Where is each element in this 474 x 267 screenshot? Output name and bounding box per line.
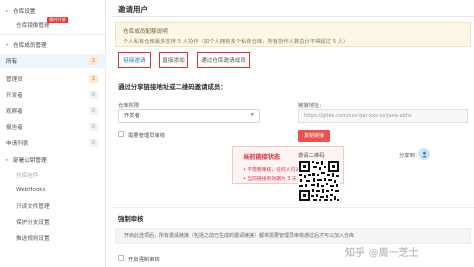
count-badge: 0 (89, 107, 98, 115)
sidebar-group-repo-settings[interactable]: ▸ 仓库设置 (0, 4, 106, 18)
sidebar-item-widgets[interactable]: 仓库挂件 (0, 168, 106, 182)
tab-direct-add[interactable]: 直接添加 (159, 52, 188, 68)
copy-link-button[interactable]: 复制链接 (298, 130, 330, 142)
force-review-title: 强制审核 (118, 215, 144, 223)
count-badge: 0 (89, 139, 98, 147)
new-badge: 限时开放 (47, 17, 68, 23)
share-label: 分享到： (399, 153, 421, 159)
sidebar-item-label: 申请列表 (6, 141, 29, 147)
invite-link-field[interactable]: https://gitee.com/xxx-bar-xxx-xx/java-ab… (298, 109, 468, 123)
sidebar-item-label: 保护分支设置 (16, 220, 50, 226)
force-review-notice: 开启此选项后，所有邀请链接（包括之前已生成的邀请链接）都将需要管理员审核通过后才… (115, 228, 471, 244)
count-badge: 1 (89, 75, 98, 83)
force-review-checkbox[interactable] (118, 255, 124, 261)
sidebar-item-label: 部署公钥管理 (13, 158, 47, 164)
warning-line: • 当前链接有效期为 3 天 (243, 177, 297, 182)
chevron-right-icon: ▸ (6, 8, 9, 14)
sidebar-item-label: 开发者 (6, 93, 23, 99)
link-label: 链接地址： (298, 103, 325, 109)
notice-text: 个人私有仓库最多支持 5 人协作（如个人拥有多个私有仓库，所有协作人数总计不得超… (123, 39, 349, 45)
tab-link-invite[interactable]: 链接邀请 (118, 52, 151, 68)
sidebar-item-label: WebHooks (16, 187, 46, 193)
require-review-label: 需要管理员审核 (128, 133, 166, 139)
sidebar-item-developer[interactable]: 开发者 0 (0, 88, 106, 102)
sidebar-item-label: 仓库成员管理 (13, 43, 47, 49)
main-panel: 邀请用户 仓库成员配额说明 个人私有仓库最多支持 5 人协作（如个人拥有多个私有… (112, 0, 474, 267)
sidebar-item-reporter[interactable]: 报告者 0 (0, 120, 106, 134)
permission-value: 开发者 (124, 113, 140, 119)
sidebar-item-protected-branch[interactable]: 保护分支设置 (0, 215, 106, 229)
tab-repo-invite[interactable]: 通过仓库邀请成员 (197, 52, 250, 68)
sidebar-item-label: 观察者 (6, 109, 23, 115)
sidebar-group-members[interactable]: ▾ 仓库成员管理 (0, 38, 106, 52)
notice-title: 仓库成员配额说明 (123, 29, 168, 35)
sidebar-item-admin[interactable]: 管理员 1 (0, 72, 106, 86)
sidebar-item-label: 只读文件管理 (16, 204, 50, 210)
sidebar-item-all[interactable]: 所有 1 (0, 54, 106, 68)
sidebar-item-label: 仓库挂件 (16, 173, 39, 179)
share-icon[interactable] (418, 148, 430, 160)
sidebar-item-readonly[interactable]: 只读文件管理 (0, 199, 106, 213)
sidebar-item-observer[interactable]: 观察者 0 (0, 104, 106, 118)
count-badge: 0 (89, 91, 98, 99)
person-icon (421, 151, 427, 157)
share-section-title: 通过分享链接地址或二维码邀请成员： (118, 83, 227, 91)
count-badge: 1 (89, 57, 98, 65)
sidebar-item-label: 报告者 (6, 125, 23, 131)
sidebar-item-label: 管理员 (6, 77, 23, 83)
watermark: 知乎 @周一芝士 (345, 248, 419, 259)
sidebar-item-label: 所有 (6, 59, 18, 65)
sidebar-group-deploy-keys[interactable]: ▸ 部署公钥管理 (0, 153, 106, 167)
chevron-right-icon: ▸ (6, 157, 9, 163)
page-title: 邀请用户 (118, 5, 148, 14)
quota-notice: 仓库成员配额说明 个人私有仓库最多支持 5 人协作（如个人拥有多个私有仓库，所有… (115, 22, 471, 47)
require-review-checkbox[interactable] (118, 131, 124, 137)
force-review-checkbox-label: 开启强制审核 (128, 257, 160, 263)
sidebar-item-applications[interactable]: 申请列表 0 (0, 136, 106, 150)
sidebar: ▸ 仓库设置 仓库镜像管理 限时开放 ▾ 仓库成员管理 所有 1 管理员 1 开… (0, 0, 106, 267)
sidebar-item-label: 仓库镜像管理 (16, 23, 50, 29)
divider (112, 207, 474, 208)
permission-label: 仓库权限 (118, 103, 140, 109)
sidebar-item-push-rules[interactable]: 推送规则设置 (0, 231, 106, 245)
qr-code (298, 160, 340, 202)
sidebar-item-webhooks[interactable]: WebHooks (0, 183, 106, 197)
sidebar-item-label: 仓库设置 (13, 9, 36, 15)
divider (0, 34, 106, 35)
qr-label: 邀请二维码 (298, 153, 325, 159)
sidebar-item-label: 推送规则设置 (16, 236, 50, 242)
chevron-down-icon: ▼ (250, 113, 254, 118)
divider (112, 16, 474, 17)
warning-title: 当前链接状态 (243, 154, 281, 161)
permission-select[interactable]: 开发者 ▼ (118, 109, 260, 123)
count-badge: 0 (89, 123, 98, 131)
chevron-down-icon: ▾ (6, 42, 9, 48)
